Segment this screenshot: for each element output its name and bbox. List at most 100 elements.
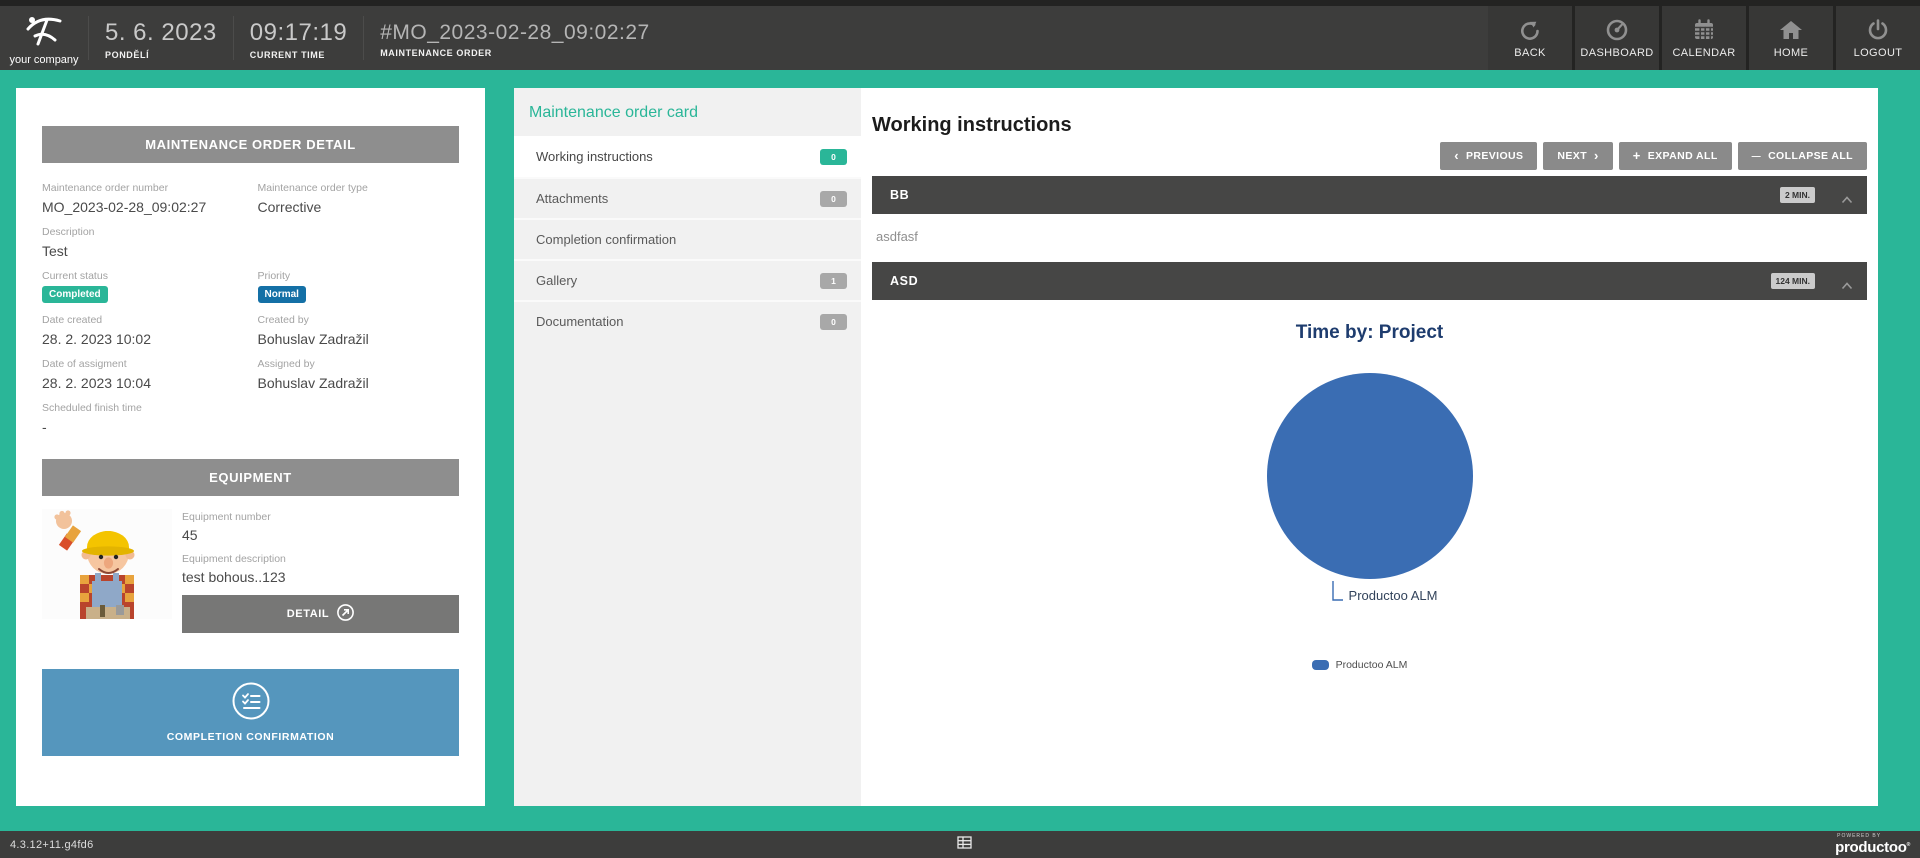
section-header-asd[interactable]: ASD 124 MIN. [872,262,1867,300]
tab-documentation[interactable]: Documentation 0 [514,300,861,341]
tab-working-instructions[interactable]: Working instructions 0 [514,136,861,177]
equipment-number-label: Equipment number [182,511,459,523]
topbar-spacer [666,6,1488,70]
collapse-all-button[interactable]: — COLLAPSE ALL [1738,142,1867,170]
back-button[interactable]: BACK [1488,6,1572,70]
maintenance-order-detail-card: MAINTENANCE ORDER DETAIL Maintenance ord… [16,88,485,806]
panel-title: Working instructions [872,114,1867,137]
home-button[interactable]: HOME [1749,6,1833,70]
field-scheduled-finish-time: Scheduled finish time - [42,402,459,435]
maintenance-order-card: Maintenance order card Working instructi… [514,88,1878,806]
chart-title: Time by: Project [1296,322,1443,344]
equipment-description-value: test bohous..123 [182,569,459,585]
field-order-number: Maintenance order number MO_2023-02-28_0… [42,182,244,215]
tab-label: Completion confirmation [536,232,676,247]
calendar-label: CALENDAR [1672,47,1735,59]
logout-button[interactable]: LOGOUT [1836,6,1920,70]
equipment-detail-label: DETAIL [287,608,330,620]
completion-checklist-icon [231,681,271,724]
callout-connector-line [1332,581,1344,603]
pie-slice-productoo-alm[interactable] [1267,373,1473,579]
field-date-created: Date created 28. 2. 2023 10:02 [42,314,244,347]
home-icon [1779,18,1803,42]
current-date: 5. 6. 2023 [105,19,217,47]
detail-card-title: MAINTENANCE ORDER DETAIL [42,126,459,163]
current-time: 09:17:19 [250,19,347,47]
maintenance-order-id: #MO_2023-02-28_09:02:27 [380,21,650,45]
working-instructions-panel: Working instructions ‹ PREVIOUS NEXT › +… [861,88,1878,806]
field-order-type: Maintenance order type Corrective [258,182,460,215]
field-priority: Priority Normal [258,270,460,303]
statusbar: 4.3.12+11.g4fd6 POWERED BY productoo® [0,831,1920,858]
back-label: BACK [1514,47,1546,59]
chevron-up-icon[interactable] [1841,191,1853,199]
company-logo-icon [23,13,65,52]
legend-marker [1312,660,1329,670]
date-block: 5. 6. 2023 PONDĚLÍ [89,6,233,70]
productoo-logo: POWERED BY productoo® [1835,834,1910,855]
equipment-title: EQUIPMENT [42,459,459,496]
dashboard-button[interactable]: DASHBOARD [1575,6,1659,70]
duration-badge: 2 MIN. [1780,187,1815,203]
instructions-toolbar: ‹ PREVIOUS NEXT › + EXPAND ALL — COLLAPS… [872,142,1867,170]
back-icon [1518,18,1542,42]
duration-badge: 124 MIN. [1771,273,1816,289]
tab-completion-confirmation[interactable]: Completion confirmation [514,218,861,259]
expand-all-button[interactable]: + EXPAND ALL [1619,142,1732,170]
chevron-right-icon: › [1594,152,1599,160]
order-card-tabs: Maintenance order card Working instructi… [514,88,861,806]
grid-icon[interactable] [957,836,972,854]
equipment-description-label: Equipment description [182,553,459,565]
equipment-number-value: 45 [182,527,459,543]
plus-icon: + [1633,152,1641,160]
time-by-project-chart: Time by: Project Productoo ALM Productoo… [872,300,1867,671]
calendar-icon [1692,18,1716,42]
app-version: 4.3.12+11.g4fd6 [10,839,94,851]
legend-label: Productoo ALM [1336,659,1408,671]
order-card-title: Maintenance order card [514,88,861,136]
tab-count-badge: 0 [820,191,847,207]
company-logo-text: your company [9,54,78,66]
detail-fields: Maintenance order number MO_2023-02-28_0… [42,171,459,435]
field-description: Description Test [42,226,459,259]
calendar-button[interactable]: CALENDAR [1662,6,1746,70]
field-current-status: Current status Completed [42,270,244,303]
chart-legend[interactable]: Productoo ALM [1312,659,1408,671]
company-logo[interactable]: your company [0,6,88,70]
maintenance-order-label: MAINTENANCE ORDER [380,48,650,58]
topbar: your company 5. 6. 2023 PONDĚLÍ 09:17:19… [0,0,1920,70]
logout-icon [1866,18,1890,42]
tab-label: Attachments [536,191,608,206]
tab-count-badge: 0 [820,314,847,330]
chevron-up-icon[interactable] [1841,277,1853,285]
tab-gallery[interactable]: Gallery 1 [514,259,861,300]
current-time-label: CURRENT TIME [250,50,347,60]
workspace: MAINTENANCE ORDER DETAIL Maintenance ord… [0,70,1920,831]
minus-icon: — [1752,152,1761,160]
detail-link-icon [337,604,354,624]
previous-button[interactable]: ‹ PREVIOUS [1440,142,1537,170]
completion-confirmation-button[interactable]: COMPLETION CONFIRMATION [42,669,459,756]
pie-slice-label: Productoo ALM [1349,588,1438,603]
section-name: ASD [890,274,918,288]
home-label: HOME [1774,47,1809,59]
equipment-photo [42,509,172,619]
tab-attachments[interactable]: Attachments 0 [514,177,861,218]
equipment-row: Equipment number 45 Equipment descriptio… [42,509,459,633]
current-day-label: PONDĚLÍ [105,50,217,60]
tab-count-badge: 0 [820,149,847,165]
productoo-brand-text: productoo® [1835,840,1910,855]
equipment-detail-button[interactable]: DETAIL [182,595,459,633]
field-assigned-by: Assigned by Bohuslav Zadražil [258,358,460,391]
section-header-bb[interactable]: BB 2 MIN. [872,176,1867,214]
order-block: #MO_2023-02-28_09:02:27 MAINTENANCE ORDE… [364,6,666,70]
completion-confirmation-label: COMPLETION CONFIRMATION [167,731,335,743]
section-name: BB [890,188,909,202]
equipment-info: Equipment number 45 Equipment descriptio… [182,509,459,633]
status-badge: Completed [42,286,108,303]
tab-label: Gallery [536,273,577,288]
chevron-left-icon: ‹ [1454,152,1459,160]
tab-label: Working instructions [536,149,653,164]
dashboard-label: DASHBOARD [1580,47,1653,59]
next-button[interactable]: NEXT › [1543,142,1612,170]
